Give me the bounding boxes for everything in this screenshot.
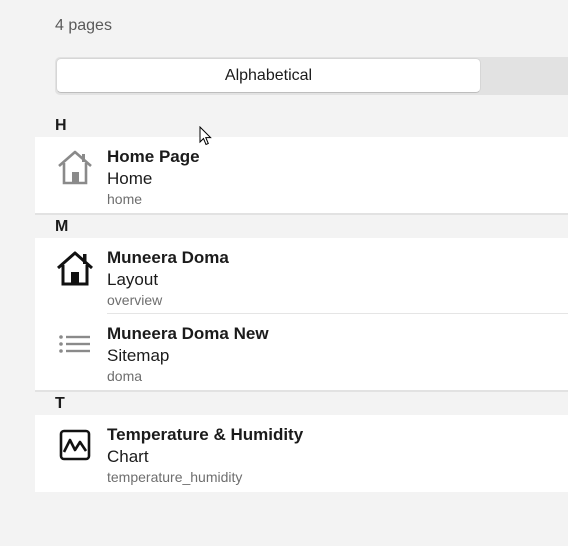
- house-filled-icon: [54, 247, 96, 289]
- page-list: H Home Page Home home M Muneera Doma Lay…: [35, 114, 568, 492]
- mouse-cursor-icon: [199, 125, 213, 151]
- item-subtitle: Chart: [107, 447, 149, 466]
- item-meta: overview: [107, 292, 163, 308]
- list-item-muneera-doma[interactable]: Muneera Doma Layout overview: [35, 238, 568, 314]
- chart-icon: [54, 424, 96, 466]
- group-header-h: H: [35, 114, 568, 137]
- list-item-temperature-humidity[interactable]: Temperature & Humidity Chart temperature…: [35, 415, 568, 492]
- item-title: Muneera Doma: [107, 248, 229, 267]
- sort-alphabetical-button[interactable]: Alphabetical: [56, 58, 481, 93]
- item-meta: home: [107, 191, 143, 207]
- item-title: Muneera Doma New: [107, 324, 269, 343]
- group-header-t: T: [35, 392, 568, 415]
- sort-segmented-control: Alphabetical: [55, 57, 568, 95]
- item-subtitle: Layout: [107, 270, 159, 289]
- item-meta: temperature_humidity: [107, 469, 243, 485]
- item-subtitle: Sitemap: [107, 346, 170, 365]
- page-count: 4 pages: [55, 17, 112, 34]
- item-title: Home Page: [107, 147, 200, 166]
- item-subtitle: Home: [107, 169, 153, 188]
- item-title: Temperature & Humidity: [107, 425, 304, 444]
- list-item-muneera-doma-new[interactable]: Muneera Doma New Sitemap doma: [35, 314, 568, 390]
- group-header-m: M: [35, 215, 568, 238]
- house-outline-icon: [54, 146, 96, 188]
- item-meta: doma: [107, 368, 143, 384]
- list-icon: [54, 323, 96, 365]
- list-item-home-page[interactable]: Home Page Home home: [35, 137, 568, 213]
